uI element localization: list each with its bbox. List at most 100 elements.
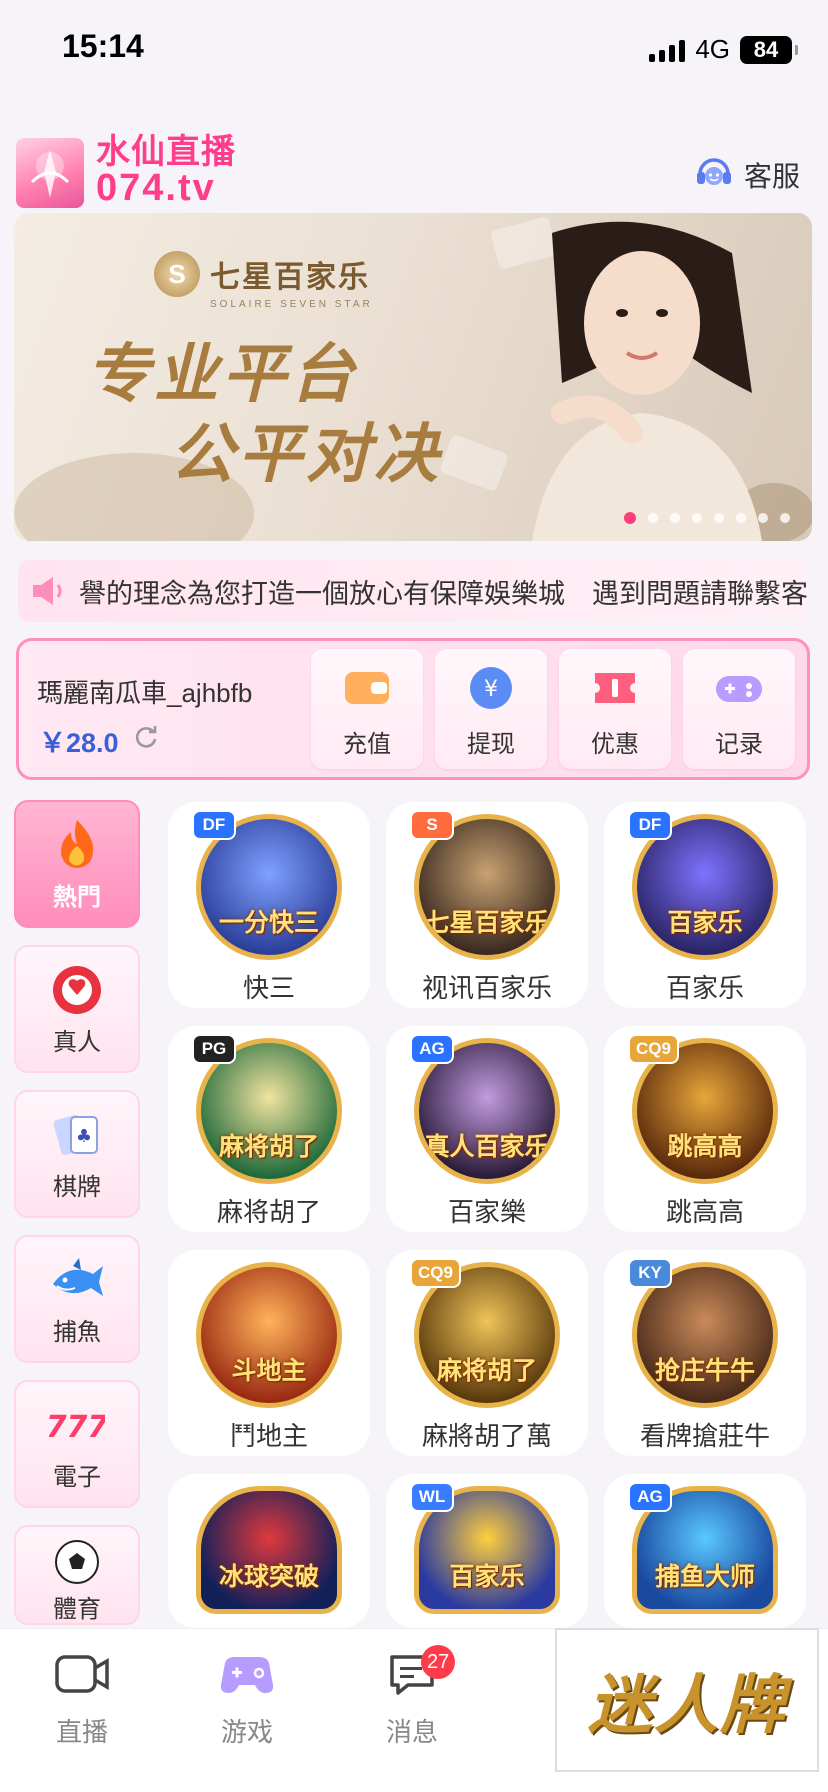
signal-icon [649, 38, 686, 62]
provider-badge: AG [628, 1482, 672, 1512]
category-live[interactable]: 真人 [14, 945, 140, 1073]
nav-label: 消息 [385, 1717, 438, 1747]
provider-badge: DF [628, 810, 672, 840]
corner-ad[interactable]: 迷人牌 [555, 1628, 819, 1772]
banner-dot[interactable] [670, 513, 680, 523]
game-tile[interactable]: 麻将胡了 CQ9 麻將胡了萬 [386, 1250, 588, 1456]
status-indicators: 4G 84 [649, 34, 798, 65]
category-hot[interactable]: 熱門 [14, 800, 140, 928]
username: 瑪麗南瓜車_ajhbfb [37, 678, 253, 708]
banner-dot[interactable] [736, 513, 746, 523]
announcement-marquee[interactable]: 譽的理念為您打造一個放心有保障娛樂城 遇到問題請聯繫客 [18, 560, 808, 622]
nav-games[interactable]: 游戏 [192, 1651, 302, 1749]
app-logo [16, 138, 84, 208]
game-tile[interactable]: 斗地主 鬥地主 [168, 1250, 370, 1456]
gamepad-icon [219, 1651, 275, 1702]
provider-badge: CQ9 [410, 1258, 461, 1288]
balance-row: ￥28.0 [39, 721, 159, 760]
game-art-title: 百家乐 [449, 1563, 525, 1591]
wallet-icon [341, 662, 393, 714]
announcement-text: 譽的理念為您打造一個放心有保障娛樂城 遇到問題請聯繫客 [79, 578, 808, 609]
banner-brand-name: 七星百家乐 [210, 261, 370, 294]
wallet-actions: 充值 ¥ 提现 优惠 记录 [311, 649, 795, 769]
video-camera-icon [54, 1651, 110, 1702]
logo-domain: 074.tv [96, 167, 216, 209]
provider-badge: KY [628, 1258, 672, 1288]
banner-dot[interactable] [714, 513, 724, 523]
cards-icon: ♣ [49, 1107, 105, 1163]
banner-model-image [492, 213, 792, 541]
game-tile[interactable]: 捕鱼大师 AG [604, 1474, 806, 1628]
game-art-title: 麻将胡了 [218, 1133, 319, 1161]
nav-label: 游戏 [220, 1717, 273, 1747]
banner-dot[interactable] [692, 513, 702, 523]
game-art-title: 冰球突破 [218, 1563, 319, 1591]
category-label: 電子 [53, 1463, 101, 1491]
nav-label: 直播 [55, 1717, 108, 1747]
yen-coin-icon: ¥ [465, 662, 517, 714]
game-label: 麻將胡了萬 [421, 1421, 552, 1451]
game-label: 快三 [242, 973, 295, 1003]
category-fishing[interactable]: 捕魚 [14, 1235, 140, 1363]
game-tile[interactable]: 抢庄牛牛 KY 看牌搶莊牛 [604, 1250, 806, 1456]
brand-s-icon: S [154, 251, 200, 297]
game-label: 百家乐 [665, 973, 744, 1003]
game-label: 跳高高 [665, 1197, 744, 1227]
nav-live[interactable]: 直播 [27, 1651, 137, 1749]
network-type: 4G [695, 34, 730, 64]
banner-dot[interactable] [780, 513, 790, 523]
soccer-ball-icon [49, 1539, 105, 1585]
game-label: 鬥地主 [229, 1421, 308, 1451]
game-tile[interactable]: 七星百家乐 S 视讯百家乐 [386, 802, 588, 1008]
records-label: 记录 [715, 731, 763, 758]
game-art-title: 斗地主 [231, 1357, 307, 1385]
headset-icon [694, 152, 734, 197]
svg-text:♣: ♣ [76, 1126, 92, 1147]
provider-badge: DF [192, 810, 236, 840]
records-button[interactable]: 记录 [683, 649, 795, 769]
game-art-title: 抢庄牛牛 [654, 1357, 755, 1385]
game-tile[interactable]: 冰球突破 [168, 1474, 370, 1628]
shark-icon [49, 1252, 105, 1308]
gamepad-icon [713, 662, 765, 714]
status-time: 15:14 [62, 28, 144, 64]
app-header: 水仙直播 074.tv 客服 [16, 134, 812, 210]
service-label: 客服 [743, 160, 800, 192]
category-label: 熱門 [53, 883, 101, 911]
category-sports[interactable]: 體育 [14, 1525, 140, 1625]
game-art-title: 跳高高 [667, 1133, 743, 1161]
game-tile[interactable]: 真人百家乐 AG 百家樂 [386, 1026, 588, 1232]
game-tile[interactable]: 一分快三 DF 快三 [168, 802, 370, 1008]
category-label: 捕魚 [53, 1318, 101, 1346]
banner-pagination[interactable] [624, 512, 790, 524]
category-chess-cards[interactable]: ♣ 棋牌 [14, 1090, 140, 1218]
game-label: 看牌搶莊牛 [639, 1421, 770, 1451]
banner-dot[interactable] [648, 513, 658, 523]
game-thumbnail: 冰球突破 [196, 1486, 342, 1614]
category-label: 體育 [53, 1596, 101, 1623]
game-label: 百家樂 [447, 1197, 526, 1227]
banner-dot[interactable] [758, 513, 768, 523]
withdraw-button[interactable]: ¥ 提现 [435, 649, 547, 769]
category-label: 真人 [53, 1028, 101, 1056]
banner-headline-2: 公平对决 [170, 418, 442, 490]
promotions-button[interactable]: 优惠 [559, 649, 671, 769]
game-art-title: 百家乐 [667, 909, 743, 937]
game-tile[interactable]: 跳高高 CQ9 跳高高 [604, 1026, 806, 1232]
logo-text: 水仙直播 074.tv [96, 134, 236, 209]
game-art-title: 捕鱼大师 [654, 1563, 755, 1591]
banner-dot[interactable] [624, 512, 636, 524]
nav-messages[interactable]: 消息 27 [357, 1645, 467, 1749]
provider-badge: AG [410, 1034, 454, 1064]
promo-banner[interactable]: S 七星百家乐 SOLAIRE SEVEN STAR 专业平台 公平对决 [14, 213, 812, 541]
refresh-icon[interactable] [133, 724, 159, 757]
category-slots[interactable]: 777 電子 [14, 1380, 140, 1508]
slot-777-icon: 777 [49, 1397, 105, 1453]
recharge-button[interactable]: 充值 [311, 649, 423, 769]
ticket-icon [589, 662, 641, 714]
game-tile[interactable]: 百家乐 DF 百家乐 [604, 802, 806, 1008]
promotions-label: 优惠 [591, 731, 639, 758]
game-tile[interactable]: 麻将胡了 PG 麻将胡了 [168, 1026, 370, 1232]
customer-service-button[interactable]: 客服 [694, 152, 800, 197]
game-tile[interactable]: 百家乐 WL [386, 1474, 588, 1628]
